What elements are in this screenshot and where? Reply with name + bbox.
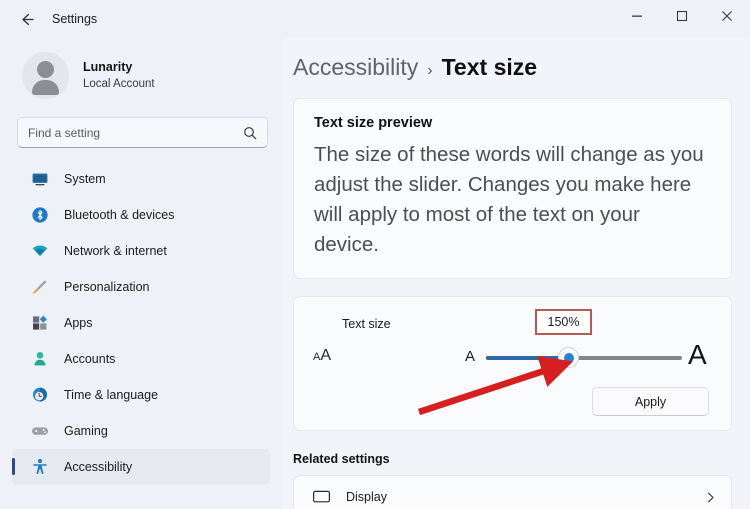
breadcrumb: Accessibility › Text size — [282, 38, 750, 81]
monitor-icon — [30, 169, 50, 189]
search-input[interactable] — [28, 126, 243, 140]
sidebar-nav: System Bluetooth & devices — [0, 161, 282, 485]
page-title: Text size — [442, 54, 537, 81]
main-content: Accessibility › Text size Text size prev… — [282, 38, 750, 509]
user-avatar-icon — [22, 52, 69, 99]
sidebar-item-personalization[interactable]: Personalization — [12, 269, 270, 305]
back-button[interactable] — [10, 4, 42, 34]
text-size-preview-card: Text size preview The size of these word… — [293, 98, 732, 279]
text-size-aa-icon: AA — [313, 347, 331, 365]
preview-card-title: Text size preview — [294, 99, 731, 131]
clock-globe-icon — [30, 385, 50, 405]
window-title: Settings — [52, 12, 97, 26]
account-block[interactable]: Lunarity Local Account — [0, 38, 282, 109]
sidebar-item-label: Accessibility — [64, 460, 132, 474]
breadcrumb-parent-link[interactable]: Accessibility — [293, 54, 418, 81]
title-bar: Settings — [0, 0, 750, 38]
related-settings-heading: Related settings — [282, 431, 750, 466]
minimize-button[interactable] — [614, 0, 659, 32]
search-box[interactable] — [17, 117, 268, 148]
sidebar: Lunarity Local Account — [0, 38, 282, 509]
text-size-slider-row: AA A A — [294, 337, 731, 379]
accessibility-person-icon — [30, 457, 50, 477]
sidebar-item-label: Gaming — [64, 424, 108, 438]
sidebar-item-label: Personalization — [64, 280, 149, 294]
close-button[interactable] — [704, 0, 750, 32]
slider-min-label: A — [465, 348, 475, 365]
slider-fill — [486, 356, 568, 360]
sidebar-item-label: System — [64, 172, 106, 186]
text-size-slider-card: Text size 150% AA A A Apply — [293, 296, 732, 431]
sidebar-item-system[interactable]: System — [12, 161, 270, 197]
sidebar-item-label: Time & language — [64, 388, 158, 402]
apps-grid-icon — [30, 313, 50, 333]
apply-button[interactable]: Apply — [592, 387, 709, 416]
sidebar-item-accounts[interactable]: Accounts — [12, 341, 270, 377]
maximize-button[interactable] — [659, 0, 704, 32]
sidebar-item-apps[interactable]: Apps — [12, 305, 270, 341]
sidebar-item-label: Bluetooth & devices — [64, 208, 175, 222]
account-name: Lunarity — [83, 59, 155, 75]
sidebar-item-time-language[interactable]: Time & language — [12, 377, 270, 413]
slider-thumb[interactable] — [558, 347, 579, 368]
settings-window: Settings Lunarity Local Account — [0, 0, 750, 509]
paintbrush-icon — [30, 277, 50, 297]
text-size-label: Text size — [294, 297, 731, 331]
related-item-display[interactable]: Display — [293, 475, 732, 509]
sidebar-item-accessibility[interactable]: Accessibility — [12, 449, 270, 485]
text-size-value-badge: 150% — [535, 309, 592, 335]
search-icon — [243, 126, 257, 140]
sidebar-item-label: Network & internet — [64, 244, 167, 258]
chevron-right-icon — [704, 491, 717, 504]
sidebar-item-label: Accounts — [64, 352, 115, 366]
slider-max-label: A — [688, 339, 707, 371]
sidebar-item-gaming[interactable]: Gaming — [12, 413, 270, 449]
sidebar-item-network-internet[interactable]: Network & internet — [12, 233, 270, 269]
person-icon — [30, 349, 50, 369]
related-item-label: Display — [346, 490, 704, 504]
window-controls — [614, 0, 750, 38]
text-size-slider[interactable] — [486, 356, 682, 360]
back-arrow-icon — [18, 11, 35, 28]
display-monitor-icon — [312, 488, 334, 507]
sidebar-item-bluetooth-devices[interactable]: Bluetooth & devices — [12, 197, 270, 233]
preview-sample-text: The size of these words will change as y… — [294, 131, 731, 278]
bluetooth-icon — [30, 205, 50, 225]
account-type: Local Account — [83, 76, 155, 92]
chevron-right-icon: › — [427, 62, 432, 80]
wifi-icon — [30, 241, 50, 261]
sidebar-item-label: Apps — [64, 316, 93, 330]
gamepad-icon — [30, 421, 50, 441]
